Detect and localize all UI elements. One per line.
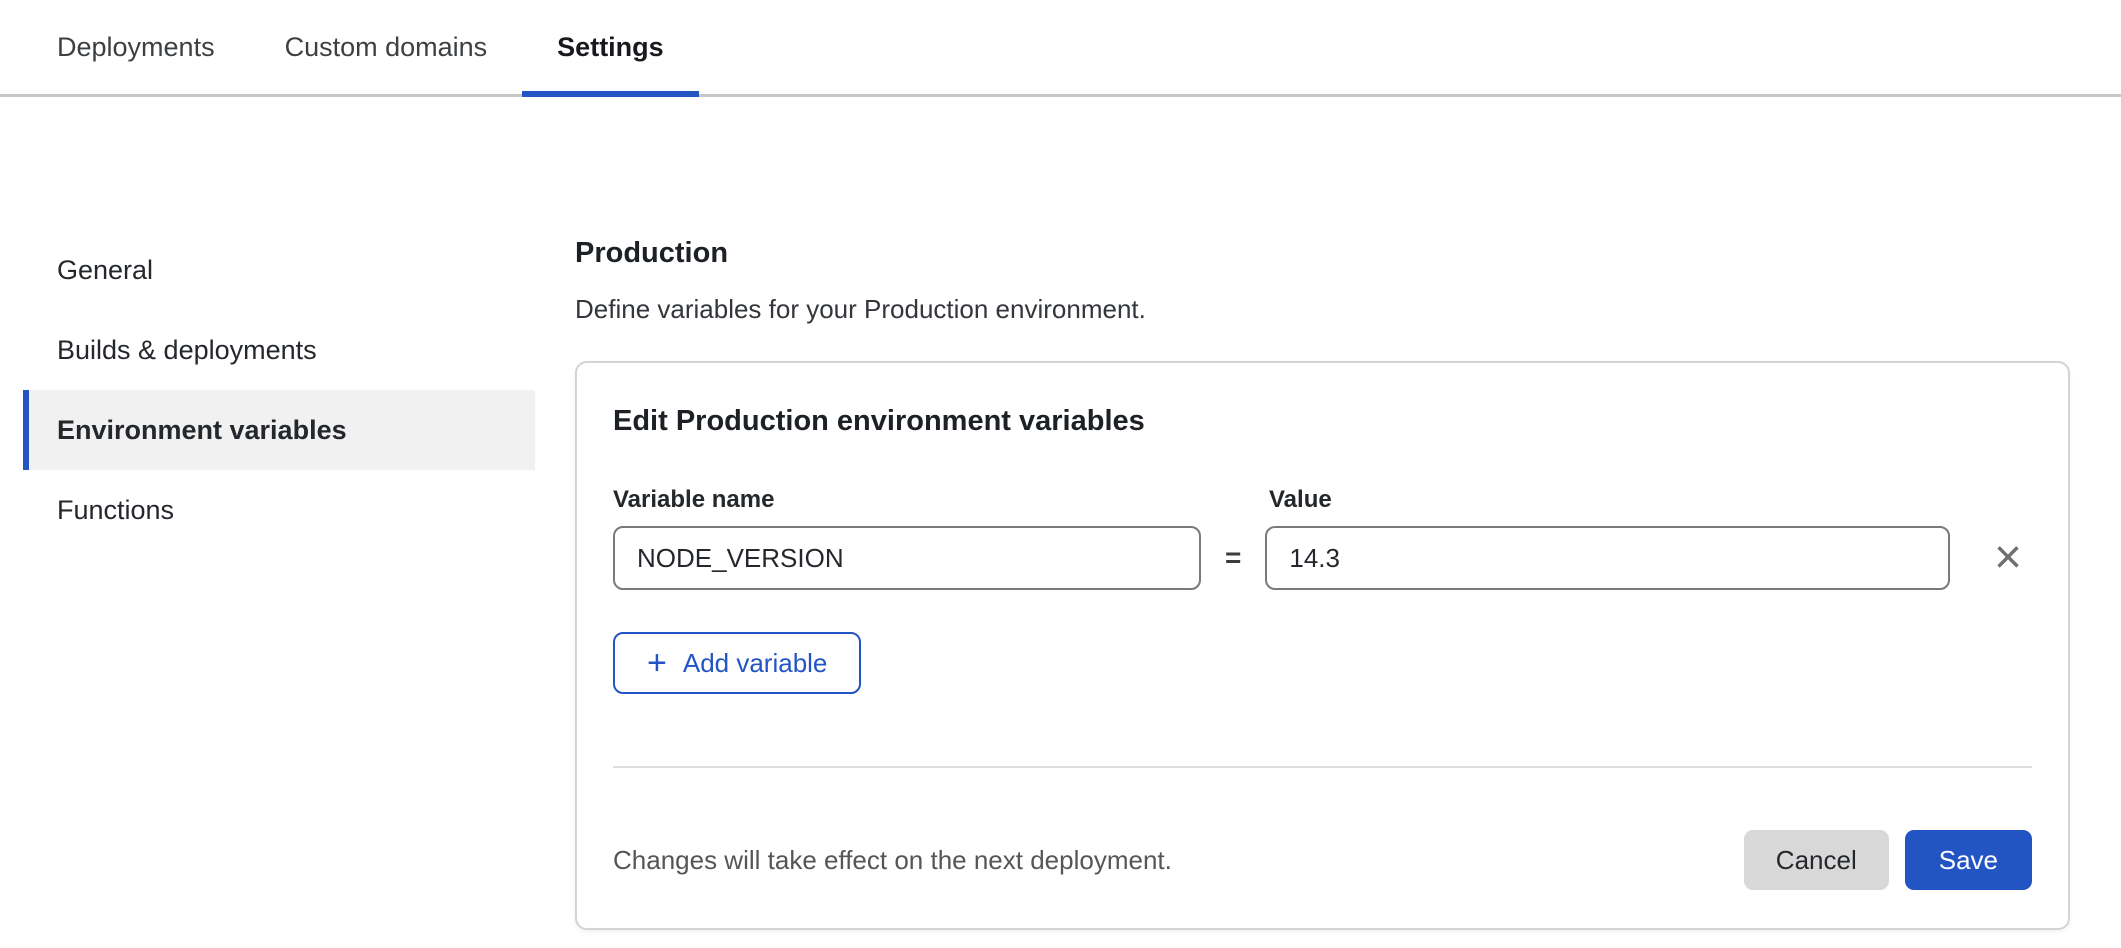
page-subtitle: Define variables for your Production env… (575, 294, 2070, 325)
cancel-button[interactable]: Cancel (1744, 830, 1889, 890)
save-button[interactable]: Save (1905, 830, 2032, 890)
sidebar-item-functions[interactable]: Functions (23, 470, 535, 550)
equals-sign: = (1225, 542, 1241, 574)
card-divider (613, 766, 2032, 768)
tab-custom-domains[interactable]: Custom domains (250, 0, 523, 94)
tab-settings[interactable]: Settings (522, 0, 699, 94)
settings-sidebar: General Builds & deployments Environment… (0, 230, 545, 550)
card-title: Edit Production environment variables (613, 405, 2032, 438)
tab-bar: Deployments Custom domains Settings (0, 0, 2121, 97)
sidebar-item-general[interactable]: General (23, 230, 535, 310)
footer-actions: Cancel Save (1744, 830, 2032, 890)
tab-deployments[interactable]: Deployments (22, 0, 250, 94)
plus-icon: + (647, 646, 667, 680)
add-variable-button[interactable]: + Add variable (613, 632, 861, 694)
close-icon: × (1994, 531, 2022, 584)
variable-value-input[interactable] (1265, 526, 1950, 590)
card-footer: Changes will take effect on the next dep… (613, 830, 2032, 896)
variable-row: = × (613, 526, 2032, 590)
add-variable-label: Add variable (683, 648, 828, 679)
variable-name-input[interactable] (613, 526, 1201, 590)
sidebar-item-environment-variables[interactable]: Environment variables (23, 390, 535, 470)
footer-note: Changes will take effect on the next dep… (613, 845, 1172, 876)
page-body: General Builds & deployments Environment… (0, 97, 2121, 930)
remove-variable-button[interactable]: × (1984, 534, 2032, 582)
environment-variables-card: Edit Production environment variables Va… (575, 361, 2070, 930)
variable-name-label: Variable name (613, 486, 1269, 514)
page-title: Production (575, 237, 2070, 270)
sidebar-item-builds-deployments[interactable]: Builds & deployments (23, 310, 535, 390)
main-content: Production Define variables for your Pro… (575, 237, 2121, 930)
value-label: Value (1269, 486, 1332, 514)
field-labels-row: Variable name Value (613, 486, 2032, 514)
